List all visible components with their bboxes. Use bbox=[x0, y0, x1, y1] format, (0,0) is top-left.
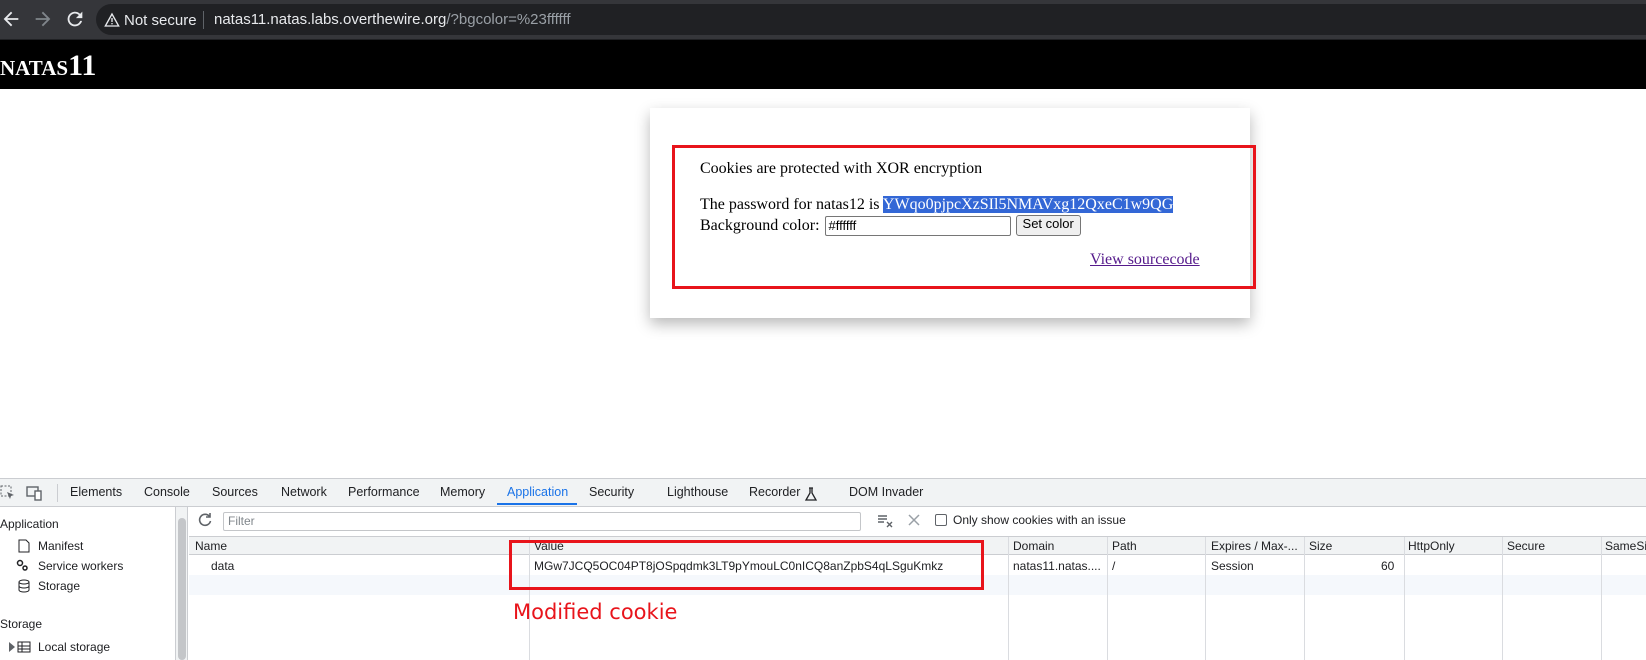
tab-application[interactable]: Application bbox=[507, 485, 568, 499]
tab-sources[interactable]: Sources bbox=[212, 485, 258, 499]
active-tab-indicator bbox=[497, 503, 577, 505]
database-icon bbox=[17, 579, 31, 593]
sidebar-header-storage: Storage bbox=[0, 617, 43, 631]
tab-dom-invader[interactable]: DOM Invader bbox=[849, 485, 923, 499]
inspect-element-icon[interactable] bbox=[0, 485, 16, 501]
cookie-path-cell[interactable]: / bbox=[1112, 559, 1115, 573]
security-indicator[interactable]: Not secure bbox=[104, 10, 197, 30]
device-toolbar-icon[interactable] bbox=[26, 485, 42, 501]
column-header-domain[interactable]: Domain bbox=[1013, 539, 1054, 553]
url-query: /?bgcolor=%23ffffff bbox=[446, 11, 571, 28]
page-header bbox=[0, 40, 1646, 89]
column-header-secure[interactable]: Secure bbox=[1507, 539, 1545, 553]
sidebar-item-manifest[interactable]: Manifest bbox=[38, 539, 83, 553]
annotation-label: Modified cookie bbox=[513, 600, 678, 624]
tab-security[interactable]: Security bbox=[589, 485, 634, 499]
tab-divider bbox=[57, 484, 58, 502]
column-header-httponly[interactable]: HttpOnly bbox=[1408, 539, 1455, 553]
page-title: natas11 bbox=[0, 49, 97, 82]
url-host: natas11.natas.labs.overthewire.org bbox=[214, 11, 447, 28]
column-divider bbox=[1008, 537, 1009, 660]
cookie-name-cell[interactable]: data bbox=[211, 559, 234, 573]
column-header-size[interactable]: Size bbox=[1309, 539, 1332, 553]
back-arrow-icon[interactable] bbox=[0, 8, 22, 30]
sidebar-header-application: Application bbox=[0, 517, 59, 531]
column-divider bbox=[1107, 537, 1108, 660]
column-header-name[interactable]: Name bbox=[195, 539, 227, 553]
tab-memory[interactable]: Memory bbox=[440, 485, 485, 499]
url-text[interactable]: natas11.natas.labs.overthewire.org/?bgco… bbox=[214, 11, 571, 28]
annotation-box-password bbox=[672, 145, 1256, 289]
column-divider bbox=[1502, 537, 1503, 660]
cookie-expires-cell[interactable]: Session bbox=[1211, 559, 1254, 573]
clear-filtered-icon[interactable] bbox=[877, 512, 893, 528]
checkbox-box[interactable] bbox=[935, 514, 947, 526]
cookie-domain-cell[interactable]: natas11.natas.... bbox=[1013, 559, 1101, 573]
gears-icon bbox=[15, 558, 29, 572]
annotation-box-cookie bbox=[509, 540, 984, 590]
column-divider bbox=[1205, 537, 1206, 660]
sidebar-item-local-storage[interactable]: Local storage bbox=[38, 640, 110, 654]
column-divider bbox=[1304, 537, 1305, 660]
security-label: Not secure bbox=[124, 11, 197, 29]
omnibox-separator bbox=[203, 11, 204, 29]
cookie-size-cell[interactable]: 60 bbox=[1381, 559, 1394, 573]
column-divider bbox=[1601, 537, 1602, 660]
tab-console[interactable]: Console bbox=[144, 485, 190, 499]
refresh-icon[interactable] bbox=[197, 512, 213, 528]
flask-icon bbox=[803, 486, 819, 502]
warning-triangle-icon bbox=[104, 12, 120, 27]
manifest-icon bbox=[17, 539, 31, 553]
tab-lighthouse[interactable]: Lighthouse bbox=[667, 485, 728, 499]
delete-selected-icon[interactable] bbox=[906, 512, 922, 528]
sidebar-item-storage[interactable]: Storage bbox=[38, 579, 80, 593]
reload-icon[interactable] bbox=[64, 8, 86, 30]
tab-performance[interactable]: Performance bbox=[348, 485, 420, 499]
tab-recorder[interactable]: Recorder bbox=[749, 485, 800, 499]
column-header-samesite[interactable]: SameSi bbox=[1605, 539, 1646, 553]
forward-arrow-icon[interactable] bbox=[32, 8, 54, 30]
cookie-filter-input[interactable]: Filter bbox=[223, 512, 861, 531]
tab-elements[interactable]: Elements bbox=[70, 485, 122, 499]
sidebar-scrollbar-thumb[interactable] bbox=[178, 518, 186, 660]
issue-checkbox-label: Only show cookies with an issue bbox=[953, 513, 1126, 527]
sidebar-item-service-workers[interactable]: Service workers bbox=[38, 559, 123, 573]
issue-only-checkbox[interactable]: Only show cookies with an issue bbox=[935, 513, 1126, 527]
tab-network[interactable]: Network bbox=[281, 485, 327, 499]
column-header-path[interactable]: Path bbox=[1112, 539, 1137, 553]
column-divider bbox=[1404, 537, 1405, 660]
table-grid-icon bbox=[17, 640, 31, 654]
column-header-expires[interactable]: Expires / Max-... bbox=[1211, 539, 1298, 553]
